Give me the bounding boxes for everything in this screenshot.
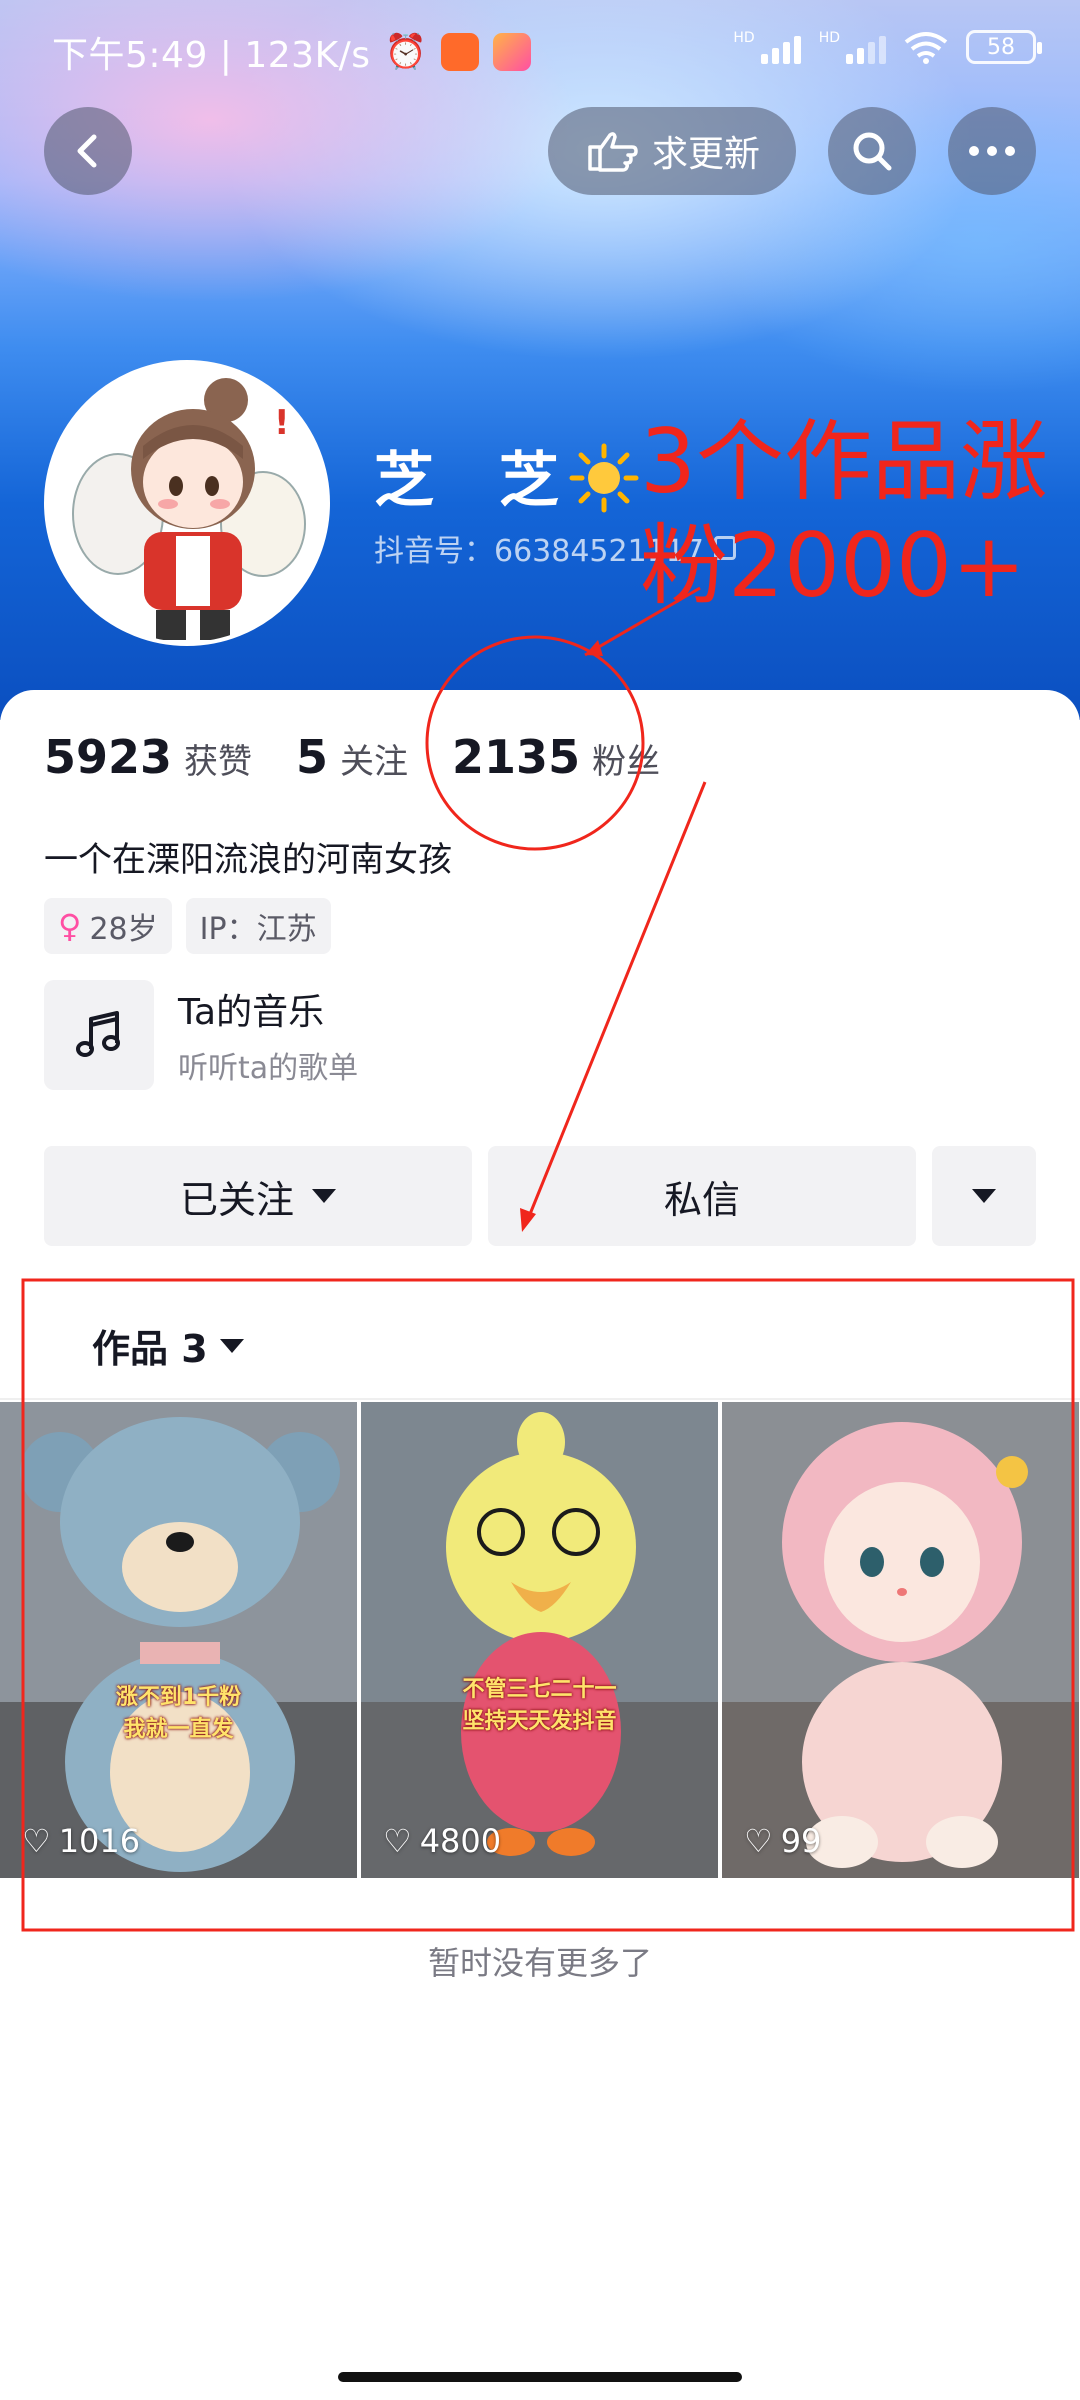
message-button[interactable]: 私信 — [488, 1146, 916, 1246]
hd-label: HD — [818, 30, 840, 46]
stat-following[interactable]: 5 关注 — [296, 730, 408, 784]
video-caption: 涨不到1千粉 我就一直发 — [0, 1682, 357, 1746]
likes-count: 1016 — [58, 1822, 141, 1860]
ip-tag: IP：江苏 — [185, 898, 331, 954]
no-more-text: 暂时没有更多了 — [427, 1944, 652, 1982]
signal-icon: HD — [819, 30, 886, 64]
stat-value: 5923 — [44, 730, 173, 784]
svg-text:!: ! — [274, 403, 290, 443]
search-button[interactable] — [828, 107, 916, 195]
signal-icon: HD — [733, 30, 801, 64]
heart-icon: ♡ — [22, 1822, 51, 1860]
game-notification-icon — [493, 33, 532, 71]
caret-down-icon — [219, 1338, 244, 1353]
stats-row: 5923 获赞 5 关注 2135 粉丝 — [44, 730, 704, 784]
pink-bunny-plush-thumbnail — [722, 1402, 1079, 1878]
music-title: Ta的音乐 — [178, 992, 325, 1033]
video-likes: ♡ 1016 — [22, 1822, 140, 1860]
likes-count: 4800 — [419, 1822, 502, 1860]
likes-count: 99 — [780, 1822, 822, 1860]
request-update-button[interactable]: 求更新 — [548, 107, 796, 195]
heart-icon: ♡ — [383, 1822, 412, 1860]
heart-icon: ♡ — [744, 1822, 773, 1860]
action-row: 已关注 私信 — [44, 1146, 1036, 1246]
video-tile[interactable]: 涨不到1千粉 我就一直发 ♡ 1016 — [0, 1402, 357, 1878]
followed-button[interactable]: 已关注 — [44, 1146, 472, 1246]
message-label: 私信 — [663, 1177, 740, 1222]
app-notification-icon — [441, 33, 480, 71]
video-tile[interactable]: ♡ 99 — [722, 1402, 1079, 1878]
yellow-duck-plush-thumbnail — [361, 1402, 718, 1878]
caption-line: 涨不到1千粉 — [115, 1685, 242, 1710]
more-button[interactable] — [948, 107, 1036, 195]
alarm-icon: ⏰ — [384, 32, 428, 72]
request-update-label: 求更新 — [651, 134, 760, 175]
stat-value: 2135 — [452, 730, 581, 784]
music-note-icon — [76, 1011, 120, 1057]
video-likes: ♡ 4800 — [383, 1822, 501, 1860]
gray-bear-plush-thumbnail — [0, 1402, 357, 1878]
video-tile[interactable]: 不管三七二十一 坚持天天发抖音 ♡ 4800 — [361, 1402, 718, 1878]
sun-icon — [569, 443, 639, 513]
status-right: HD HD 58 — [733, 30, 1042, 64]
home-indicator[interactable] — [338, 2372, 742, 2382]
music-text: Ta的音乐 听听ta的歌单 — [178, 983, 358, 1087]
nickname-text: 芝 芝 — [374, 446, 581, 516]
bio: 一个在溧阳流浪的河南女孩 — [44, 840, 452, 880]
battery-level: 58 — [987, 34, 1015, 60]
divider — [0, 1398, 1080, 1400]
works-tab[interactable]: 作品 3 — [92, 1318, 244, 1373]
stat-label: 粉丝 — [592, 742, 661, 782]
video-caption: 不管三七二十一 坚持天天发抖音 — [361, 1674, 718, 1738]
caption-line: 我就一直发 — [123, 1717, 234, 1742]
stat-value: 5 — [296, 730, 329, 784]
back-icon — [77, 134, 97, 168]
caret-down-icon — [312, 1189, 336, 1203]
annotation-text: 3个作品涨粉2000+ — [640, 410, 1048, 617]
more-icon — [969, 146, 1015, 156]
video-likes: ♡ 99 — [744, 1822, 821, 1860]
back-button[interactable] — [44, 107, 132, 195]
age-text: 28岁 — [89, 912, 158, 947]
music-entry[interactable]: Ta的音乐 听听ta的歌单 — [44, 980, 358, 1090]
hand-point-icon — [588, 132, 638, 172]
caption-line: 不管三七二十一 — [462, 1677, 617, 1702]
cartoon-girl-avatar-image: ! — [48, 364, 326, 642]
ip-text: IP：江苏 — [199, 912, 317, 947]
status-bar: 下午5:49 | 123K/s ⏰ HD HD 58 — [0, 0, 1080, 104]
tags-row: ♀ 28岁 IP：江苏 — [44, 898, 331, 954]
hd-label: HD — [733, 30, 755, 46]
music-subtitle: 听听ta的歌单 — [178, 1051, 359, 1086]
avatar[interactable]: ! — [44, 360, 330, 646]
female-icon: ♀ — [58, 907, 82, 945]
stat-label: 关注 — [340, 742, 409, 782]
more-actions-button[interactable] — [932, 1146, 1036, 1246]
battery-icon: 58 — [966, 30, 1042, 64]
nickname: 芝 芝 — [374, 432, 581, 519]
stat-followers[interactable]: 2135 粉丝 — [452, 730, 660, 784]
age-tag: ♀ 28岁 — [44, 898, 172, 954]
search-icon — [853, 132, 892, 171]
status-time-speed: 下午5:49 | 123K/s — [52, 35, 371, 76]
music-icon-box — [44, 980, 154, 1090]
works-grid: 涨不到1千粉 我就一直发 ♡ 1016 不管三七二十一 坚持天天发抖音 ♡ 48… — [0, 1402, 1080, 1878]
stat-likes[interactable]: 5923 获赞 — [44, 730, 252, 784]
stat-label: 获赞 — [184, 742, 253, 782]
caption-line: 坚持天天发抖音 — [462, 1709, 617, 1734]
followed-label: 已关注 — [179, 1177, 294, 1222]
caret-down-icon — [972, 1189, 996, 1203]
works-label: 作品 3 — [92, 1327, 208, 1371]
wifi-icon — [904, 32, 948, 64]
status-left: 下午5:49 | 123K/s ⏰ — [52, 26, 532, 78]
